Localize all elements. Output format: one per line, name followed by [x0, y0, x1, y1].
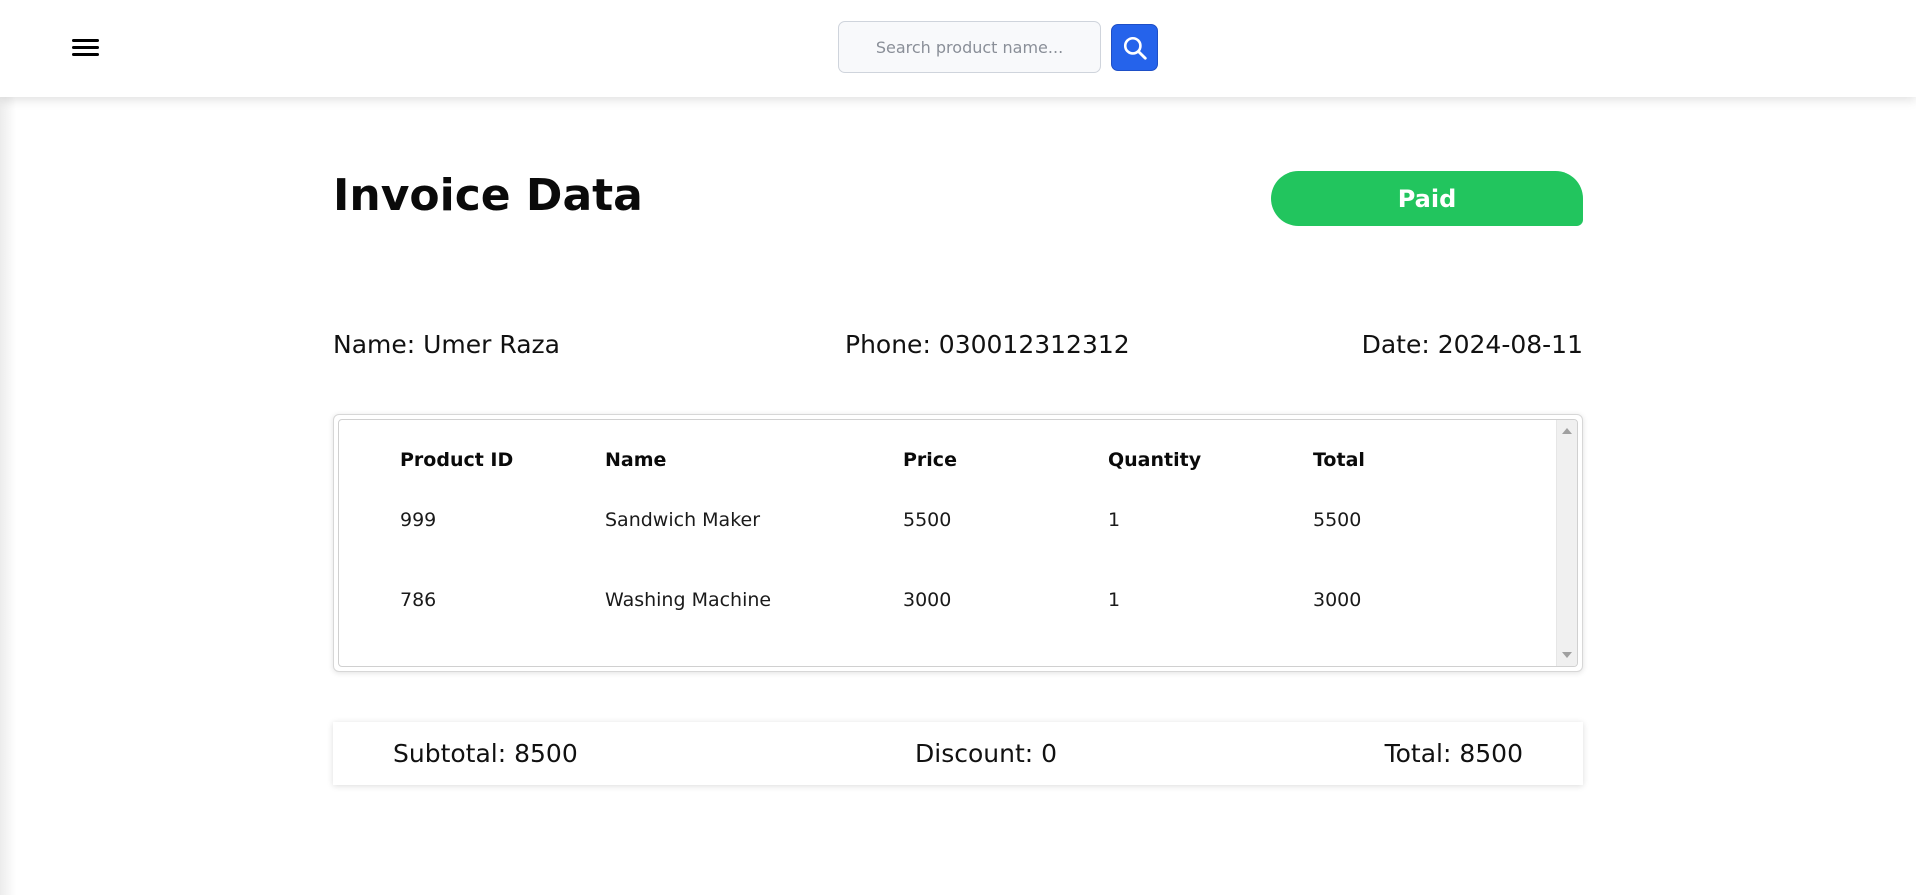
- cell-price: 3000: [903, 589, 952, 611]
- products-table-scroll-area[interactable]: Product ID Name Price Quantity Total 999…: [338, 419, 1578, 667]
- cell-name: Sandwich Maker: [605, 509, 761, 531]
- hamburger-menu-icon[interactable]: [70, 36, 102, 60]
- customer-phone: Phone: 030012312312: [845, 330, 1130, 359]
- products-table: Product ID Name Price Quantity Total 999…: [400, 440, 1513, 640]
- subtotal-text: Subtotal: 8500: [393, 739, 578, 768]
- cell-price: 5500: [903, 509, 952, 531]
- cell-total: 5500: [1313, 509, 1362, 531]
- grand-total-text: Total: 8500: [1384, 739, 1523, 768]
- invoice-summary: Subtotal: 8500 Discount: 0 Total: 8500: [333, 722, 1583, 785]
- cell-product-id: 999: [400, 509, 437, 531]
- customer-name: Name: Umer Raza: [333, 330, 560, 359]
- cell-quantity: 1: [1108, 589, 1121, 611]
- page-title: Invoice Data: [333, 170, 643, 221]
- invoice-page: Invoice Data Paid Name: Umer Raza Phone:…: [0, 0, 1916, 895]
- customer-info: Name: Umer Raza Phone: 030012312312 Date…: [333, 330, 1583, 366]
- scroll-down-arrow-icon[interactable]: [1562, 652, 1572, 658]
- discount-text: Discount: 0: [915, 739, 1058, 768]
- column-header-total: Total: [1313, 449, 1365, 471]
- sidebar-edge-shadow: [0, 0, 16, 895]
- top-navbar: [0, 0, 1916, 97]
- products-table-container: Product ID Name Price Quantity Total 999…: [333, 414, 1583, 672]
- cell-quantity: 1: [1108, 509, 1121, 531]
- table-scrollbar[interactable]: [1556, 420, 1577, 666]
- cell-total: 3000: [1313, 589, 1362, 611]
- status-badge: Paid: [1271, 171, 1583, 226]
- cell-name: Washing Machine: [605, 589, 772, 611]
- column-header-product-id: Product ID: [400, 449, 514, 471]
- table-row: 786 Washing Machine 3000 1 3000: [400, 560, 1513, 640]
- search-button[interactable]: [1111, 24, 1158, 71]
- cell-product-id: 786: [400, 589, 437, 611]
- column-header-name: Name: [605, 449, 667, 471]
- table-header-row: Product ID Name Price Quantity Total: [400, 440, 1513, 480]
- column-header-price: Price: [903, 449, 957, 471]
- search-input[interactable]: [838, 21, 1101, 73]
- column-header-quantity: Quantity: [1108, 449, 1202, 471]
- search-icon: [1123, 36, 1147, 60]
- scroll-up-arrow-icon[interactable]: [1562, 428, 1572, 434]
- table-row: 999 Sandwich Maker 5500 1 5500: [400, 480, 1513, 560]
- invoice-date: Date: 2024-08-11: [1361, 330, 1583, 359]
